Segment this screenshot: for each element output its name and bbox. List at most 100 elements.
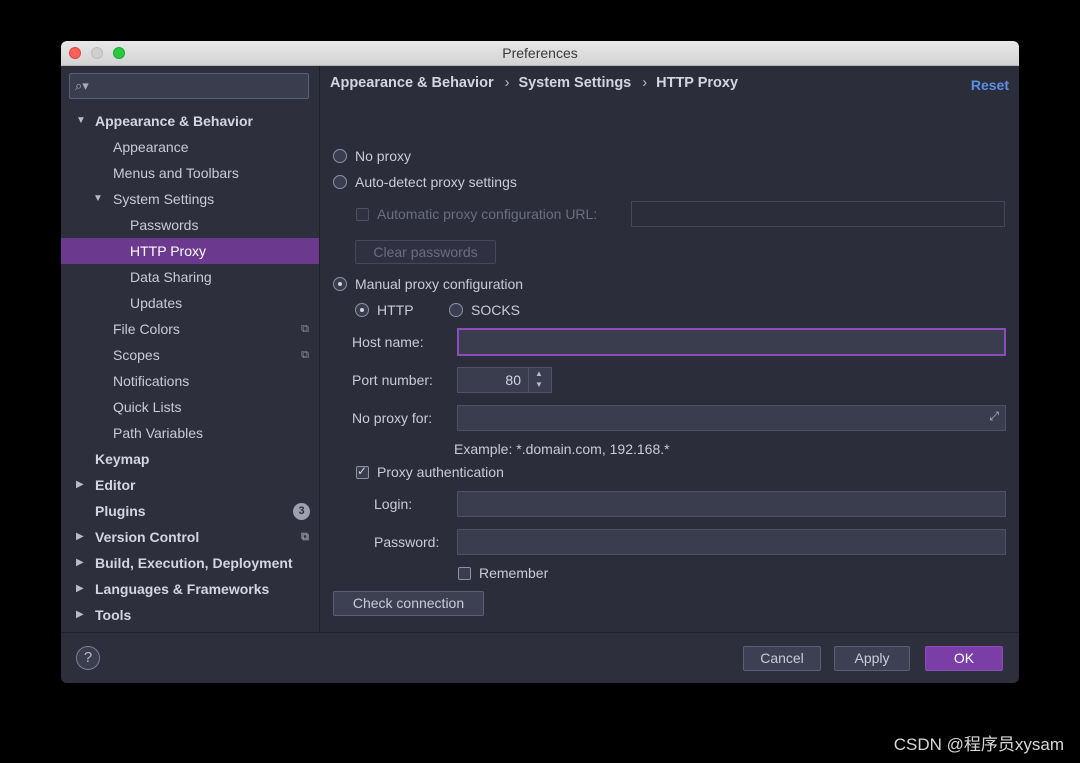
window-title: Preferences [502, 45, 578, 61]
chevron-right-icon[interactable]: ▶ [76, 576, 84, 602]
socks-label: SOCKS [471, 302, 521, 318]
password-input[interactable] [457, 529, 1006, 555]
title-bar: Preferences [61, 41, 1019, 66]
cancel-button[interactable]: Cancel [743, 646, 821, 671]
http-label: HTTP [377, 302, 414, 318]
dialog-footer: ? Cancel Apply OK [61, 632, 1019, 683]
sidebar-item-notifications[interactable]: Notifications [61, 368, 319, 394]
sidebar-item-label: Build, Execution, Deployment [95, 555, 293, 571]
chevron-right-icon[interactable]: ▶ [76, 602, 84, 628]
apply-button[interactable]: Apply [834, 646, 910, 671]
project-level-icon: ⧉ [301, 323, 309, 335]
reset-link[interactable]: Reset [971, 77, 1009, 93]
http-radio[interactable] [355, 303, 369, 317]
project-level-icon: ⧉ [301, 349, 309, 361]
chevron-right-icon[interactable]: ▶ [76, 550, 84, 576]
proxy-auth-label: Proxy authentication [377, 464, 504, 480]
manual-proxy-radio[interactable] [333, 277, 347, 291]
breadcrumb-item[interactable]: System Settings [518, 75, 631, 91]
sidebar-item-keymap[interactable]: Keymap [61, 446, 319, 472]
sidebar-item-passwords[interactable]: Passwords [61, 212, 319, 238]
breadcrumb-item[interactable]: Appearance & Behavior [330, 75, 494, 91]
manual-proxy-label: Manual proxy configuration [355, 276, 524, 292]
preferences-window: Preferences ⌕▾ ▼ Appearance & Behavior A… [61, 41, 1019, 683]
host-name-label: Host name: [352, 334, 424, 350]
stepper-up-icon[interactable]: ▲ [535, 369, 543, 378]
clear-passwords-button[interactable]: Clear passwords [355, 240, 496, 264]
port-number-value: 80 [505, 372, 521, 388]
project-level-icon: ⧉ [301, 531, 309, 543]
search-icon: ⌕▾ [75, 78, 89, 93]
stepper-down-icon[interactable]: ▼ [535, 380, 543, 389]
sidebar-item-label: Scopes [113, 347, 160, 363]
sidebar-item-menus-toolbars[interactable]: Menus and Toolbars [61, 160, 319, 186]
settings-content: Appearance & Behavior › System Settings › HT… [320, 66, 1019, 632]
auto-config-url-label: Automatic proxy configuration URL: [377, 206, 598, 222]
sidebar-item-label: Data Sharing [130, 269, 212, 285]
sidebar-item-data-sharing[interactable]: Data Sharing [61, 264, 319, 290]
no-proxy-label: No proxy [355, 148, 412, 164]
sidebar-item-plugins[interactable]: Plugins 3 [61, 498, 319, 524]
ok-button[interactable]: OK [925, 646, 1003, 671]
sidebar-item-updates[interactable]: Updates [61, 290, 319, 316]
port-number-label: Port number: [352, 372, 433, 388]
sidebar-item-label: Menus and Toolbars [113, 165, 239, 181]
settings-sidebar: ⌕▾ ▼ Appearance & Behavior Appearance Me… [61, 66, 320, 632]
auto-detect-radio[interactable] [333, 175, 347, 189]
expand-icon[interactable]: ⤢ [989, 409, 999, 424]
plugins-count-badge: 3 [293, 503, 310, 520]
sidebar-item-system-settings[interactable]: ▼ System Settings [61, 186, 319, 212]
chevron-right-icon[interactable]: ▶ [76, 472, 84, 498]
breadcrumb-separator: › [642, 75, 648, 91]
proxy-auth-checkbox[interactable] [356, 464, 369, 479]
sidebar-item-scopes[interactable]: Scopes ⧉ [61, 342, 319, 368]
login-label: Login: [374, 496, 413, 512]
sidebar-item-appearance-behavior[interactable]: ▼ Appearance & Behavior [61, 108, 319, 134]
sidebar-item-label: System Settings [113, 191, 215, 207]
no-proxy-for-label: No proxy for: [352, 410, 433, 426]
auto-detect-label: Auto-detect proxy settings [355, 174, 517, 190]
remember-checkbox[interactable] [458, 567, 471, 580]
sidebar-item-file-colors[interactable]: File Colors ⧉ [61, 316, 319, 342]
sidebar-item-appearance[interactable]: Appearance [61, 134, 319, 160]
sidebar-item-label: Appearance [113, 139, 189, 155]
sidebar-item-quick-lists[interactable]: Quick Lists [61, 394, 319, 420]
login-input[interactable] [457, 491, 1006, 517]
port-stepper-arrows[interactable]: ▲ ▼ [528, 368, 551, 392]
host-name-input[interactable] [457, 328, 1006, 356]
socks-radio[interactable] [449, 303, 463, 317]
sidebar-item-label: File Colors [113, 321, 180, 337]
sidebar-item-languages-frameworks[interactable]: ▶ Languages & Frameworks [61, 576, 319, 602]
breadcrumb-item: HTTP Proxy [656, 75, 739, 91]
check-connection-button[interactable]: Check connection [333, 591, 484, 616]
password-label: Password: [374, 534, 440, 550]
port-number-stepper[interactable]: 80 ▲ ▼ [457, 367, 552, 393]
chevron-right-icon[interactable]: ▶ [76, 524, 84, 550]
sidebar-item-version-control[interactable]: ▶ Version Control ⧉ [61, 524, 319, 550]
sidebar-item-label: Plugins [95, 503, 146, 519]
no-proxy-radio[interactable] [333, 149, 347, 163]
sidebar-item-build-execution[interactable]: ▶ Build, Execution, Deployment [61, 550, 319, 576]
sidebar-item-label: Quick Lists [113, 399, 182, 415]
sidebar-item-tools[interactable]: ▶ Tools [61, 602, 319, 628]
sidebar-item-label: HTTP Proxy [130, 243, 206, 259]
sidebar-item-label: Tools [95, 607, 132, 623]
auto-config-url-field[interactable] [631, 201, 1005, 227]
sidebar-item-label: Appearance & Behavior [95, 113, 253, 129]
settings-search-input[interactable]: ⌕▾ [69, 73, 309, 99]
sidebar-item-http-proxy[interactable]: HTTP Proxy [61, 238, 319, 264]
sidebar-item-path-variables[interactable]: Path Variables [61, 420, 319, 446]
sidebar-item-label: Editor [95, 477, 136, 493]
sidebar-item-label: Notifications [113, 373, 190, 389]
sidebar-item-label: Version Control [95, 529, 200, 545]
sidebar-item-label: Keymap [95, 451, 150, 467]
sidebar-item-editor[interactable]: ▶ Editor [61, 472, 319, 498]
no-proxy-for-input[interactable]: ⤢ [457, 405, 1006, 431]
breadcrumb-separator: › [504, 75, 510, 91]
auto-config-url-checkbox[interactable] [356, 208, 369, 221]
csdn-watermark: CSDN @程序员xysam [893, 735, 1064, 754]
help-button[interactable]: ? [76, 646, 100, 670]
chevron-down-icon[interactable]: ▼ [93, 186, 103, 212]
chevron-down-icon[interactable]: ▼ [76, 108, 86, 134]
sidebar-item-label: Updates [130, 295, 183, 311]
